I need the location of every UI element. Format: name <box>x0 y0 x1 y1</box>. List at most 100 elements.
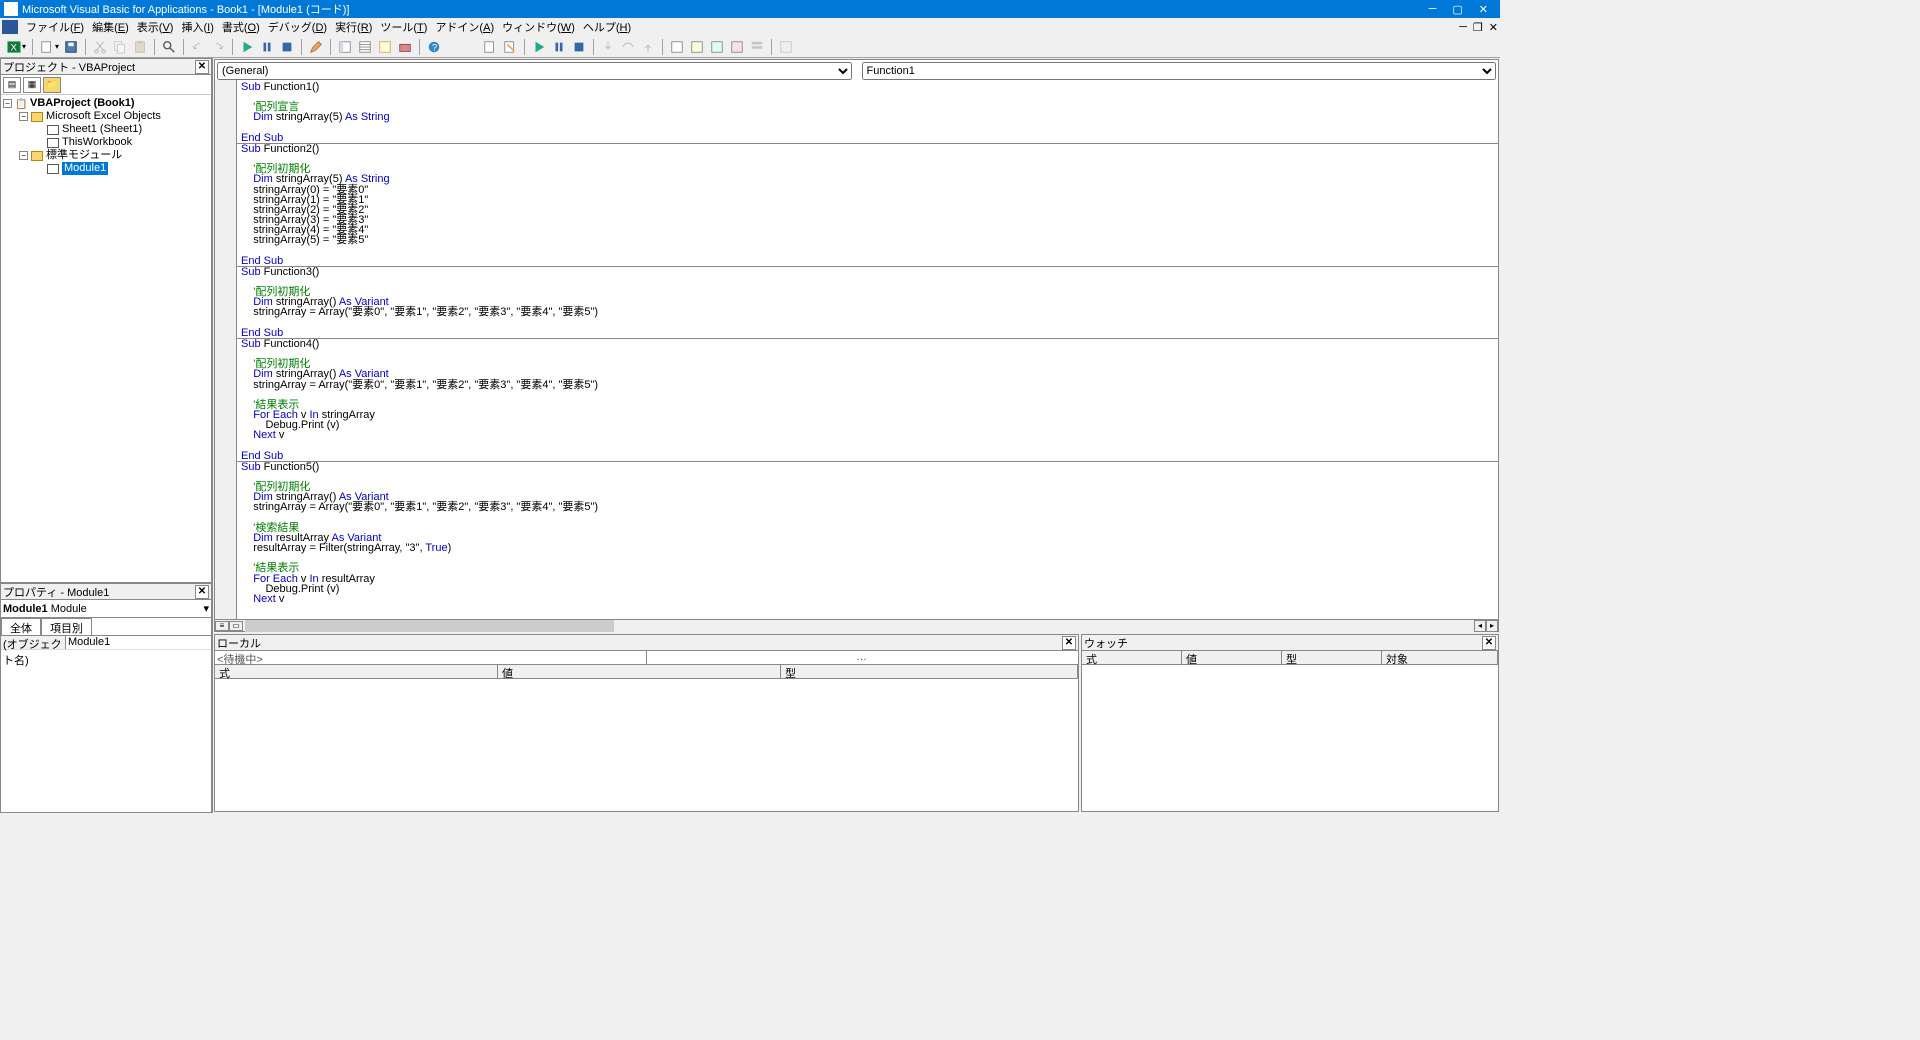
view-object-button[interactable]: ▦ <box>23 77 41 93</box>
col-value[interactable]: 値 <box>1182 651 1282 664</box>
full-view-button[interactable]: ▭ <box>229 621 243 631</box>
horizontal-scrollbar[interactable] <box>245 620 1474 632</box>
close-icon[interactable]: ✕ <box>195 585 209 599</box>
col-expression[interactable]: 式 <box>215 665 498 678</box>
col-type[interactable]: 型 <box>781 665 1078 678</box>
menu-表示[interactable]: 表示(V) <box>133 19 178 35</box>
save-button[interactable] <box>61 38 81 56</box>
reset2-button[interactable] <box>569 38 589 56</box>
menubar: ファイル(F)編集(E)表示(V)挿入(I)書式(O)デバッグ(D)実行(R)ツ… <box>0 18 1500 36</box>
menu-ファイル[interactable]: ファイル(F) <box>22 19 88 35</box>
tree-project[interactable]: VBAProject (Book1) <box>30 97 135 110</box>
toggle-folders-button[interactable]: 📁 <box>43 77 61 93</box>
menu-ウィンドウ[interactable]: ウィンドウ(W) <box>498 19 579 35</box>
procedure-dropdown[interactable]: Function1 <box>862 62 1497 80</box>
maximize-button[interactable]: ▢ <box>1452 3 1462 16</box>
mdi-restore[interactable]: ❐ <box>1473 21 1483 34</box>
close-button[interactable]: ✕ <box>1479 3 1488 16</box>
undo-button[interactable] <box>188 38 208 56</box>
tree-folder-excel-objects[interactable]: Microsoft Excel Objects <box>46 110 161 123</box>
property-value[interactable]: Module1 <box>66 636 211 649</box>
menu-編集[interactable]: 編集(E) <box>88 19 133 35</box>
menu-書式[interactable]: 書式(O) <box>218 19 264 35</box>
property-object-name: Module1 <box>3 603 48 615</box>
collapse-icon[interactable]: − <box>19 112 28 121</box>
procedure-view-button[interactable]: ≡ <box>215 621 229 631</box>
step-over-button[interactable] <box>618 38 638 56</box>
call-stack-button[interactable] <box>747 38 767 56</box>
menu-挿入[interactable]: 挿入(I) <box>177 19 217 35</box>
code-editor[interactable]: Sub Function1() '配列宣言 Dim stringArray(5)… <box>237 80 1498 619</box>
tree-sheet1[interactable]: Sheet1 (Sheet1) <box>62 123 142 136</box>
locals-menu-button[interactable]: … <box>646 651 1076 664</box>
run-button[interactable] <box>237 38 257 56</box>
col-type[interactable]: 型 <box>1282 651 1382 664</box>
step-out-button[interactable] <box>638 38 658 56</box>
mdi-close[interactable]: ✕ <box>1489 21 1498 34</box>
step-into-button[interactable] <box>598 38 618 56</box>
tree-folder-modules[interactable]: 標準モジュール <box>46 149 122 162</box>
col-value[interactable]: 値 <box>498 665 781 678</box>
run2-button[interactable] <box>529 38 549 56</box>
object-browser-button[interactable] <box>375 38 395 56</box>
quick-watch-button[interactable] <box>727 38 747 56</box>
code-margin[interactable] <box>215 80 237 619</box>
project-explorer-button[interactable] <box>335 38 355 56</box>
tree-module1[interactable]: Module1 <box>62 162 108 175</box>
locals-grid[interactable] <box>215 679 1078 811</box>
paste-button[interactable] <box>130 38 150 56</box>
redo-button[interactable] <box>208 38 228 56</box>
view-excel-button[interactable]: X <box>4 38 24 56</box>
find-button[interactable] <box>159 38 179 56</box>
property-row[interactable]: (オブジェクト名) Module1 <box>1 636 211 650</box>
menu-ツール[interactable]: ツール(T) <box>376 19 431 35</box>
reset-button[interactable] <box>277 38 297 56</box>
folder-icon <box>31 151 43 161</box>
col-context[interactable]: 対象 <box>1382 651 1498 664</box>
window-controls: ─ ▢ ✕ <box>1429 3 1496 16</box>
design-mode-button[interactable] <box>306 38 326 56</box>
toolbox-button[interactable] <box>395 38 415 56</box>
mdi-minimize[interactable]: ─ <box>1459 21 1467 34</box>
help-button[interactable]: ? <box>424 38 444 56</box>
scroll-right-icon[interactable]: ▸ <box>1486 620 1498 632</box>
edit-pencil-button[interactable] <box>500 38 520 56</box>
dropdown-icon[interactable]: ▾ <box>203 602 209 615</box>
menu-アドイン[interactable]: アドイン(A) <box>431 19 498 35</box>
project-tree[interactable]: −VBAProject (Book1) −Microsoft Excel Obj… <box>1 95 211 582</box>
break2-button[interactable] <box>549 38 569 56</box>
collapse-icon[interactable]: − <box>3 99 12 108</box>
insert-button[interactable] <box>37 38 57 56</box>
compile-button[interactable] <box>776 38 796 56</box>
break-button[interactable] <box>257 38 277 56</box>
svg-text:X: X <box>11 42 18 53</box>
properties-window: プロパティ - Module1 ✕ Module1 Module ▾ 全体 項目… <box>0 583 212 813</box>
tab-categorized[interactable]: 項目別 <box>41 618 92 635</box>
menu-デバッグ[interactable]: デバッグ(D) <box>264 19 331 35</box>
close-icon[interactable]: ✕ <box>1482 636 1496 650</box>
immediate-window-button[interactable] <box>687 38 707 56</box>
properties-button[interactable] <box>355 38 375 56</box>
cut-button[interactable] <box>90 38 110 56</box>
view-code-button[interactable]: ▤ <box>3 77 21 93</box>
close-icon[interactable]: ✕ <box>1062 636 1076 650</box>
minimize-button[interactable]: ─ <box>1429 3 1437 16</box>
sheet-icon <box>47 125 59 135</box>
edit-button[interactable] <box>480 38 500 56</box>
watch-grid[interactable] <box>1082 665 1498 811</box>
tab-alphabetic[interactable]: 全体 <box>1 618 41 635</box>
watch-header: 式 値 型 対象 <box>1082 651 1498 665</box>
menu-ヘルプ[interactable]: ヘルプ(H) <box>579 19 635 35</box>
object-dropdown[interactable]: (General) <box>217 62 852 80</box>
dropdown-icon[interactable]: ▾ <box>22 42 26 51</box>
dropdown-icon[interactable]: ▾ <box>55 42 59 51</box>
menu-実行[interactable]: 実行(R) <box>331 19 376 35</box>
locals-window-button[interactable] <box>667 38 687 56</box>
scroll-left-icon[interactable]: ◂ <box>1474 620 1486 632</box>
watch-window-button[interactable] <box>707 38 727 56</box>
copy-button[interactable] <box>110 38 130 56</box>
col-expression[interactable]: 式 <box>1082 651 1182 664</box>
tree-thisworkbook[interactable]: ThisWorkbook <box>62 136 132 149</box>
collapse-icon[interactable]: − <box>19 151 28 160</box>
close-icon[interactable]: ✕ <box>195 60 209 74</box>
